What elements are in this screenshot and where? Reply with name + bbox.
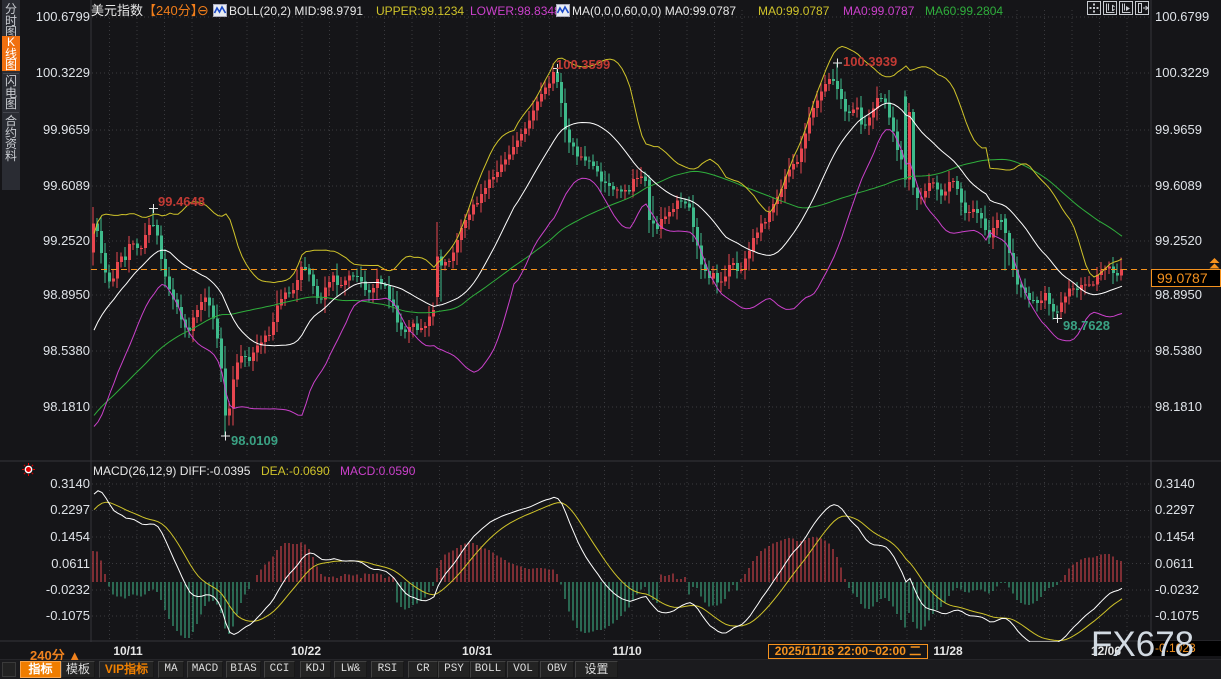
svg-text:100.3599: 100.3599 — [556, 57, 610, 72]
svg-text:99.4648: 99.4648 — [158, 194, 205, 209]
svg-text:98.0109: 98.0109 — [231, 433, 278, 448]
svg-text:98.7628: 98.7628 — [1063, 318, 1110, 333]
svg-text:100.3939: 100.3939 — [843, 54, 897, 69]
